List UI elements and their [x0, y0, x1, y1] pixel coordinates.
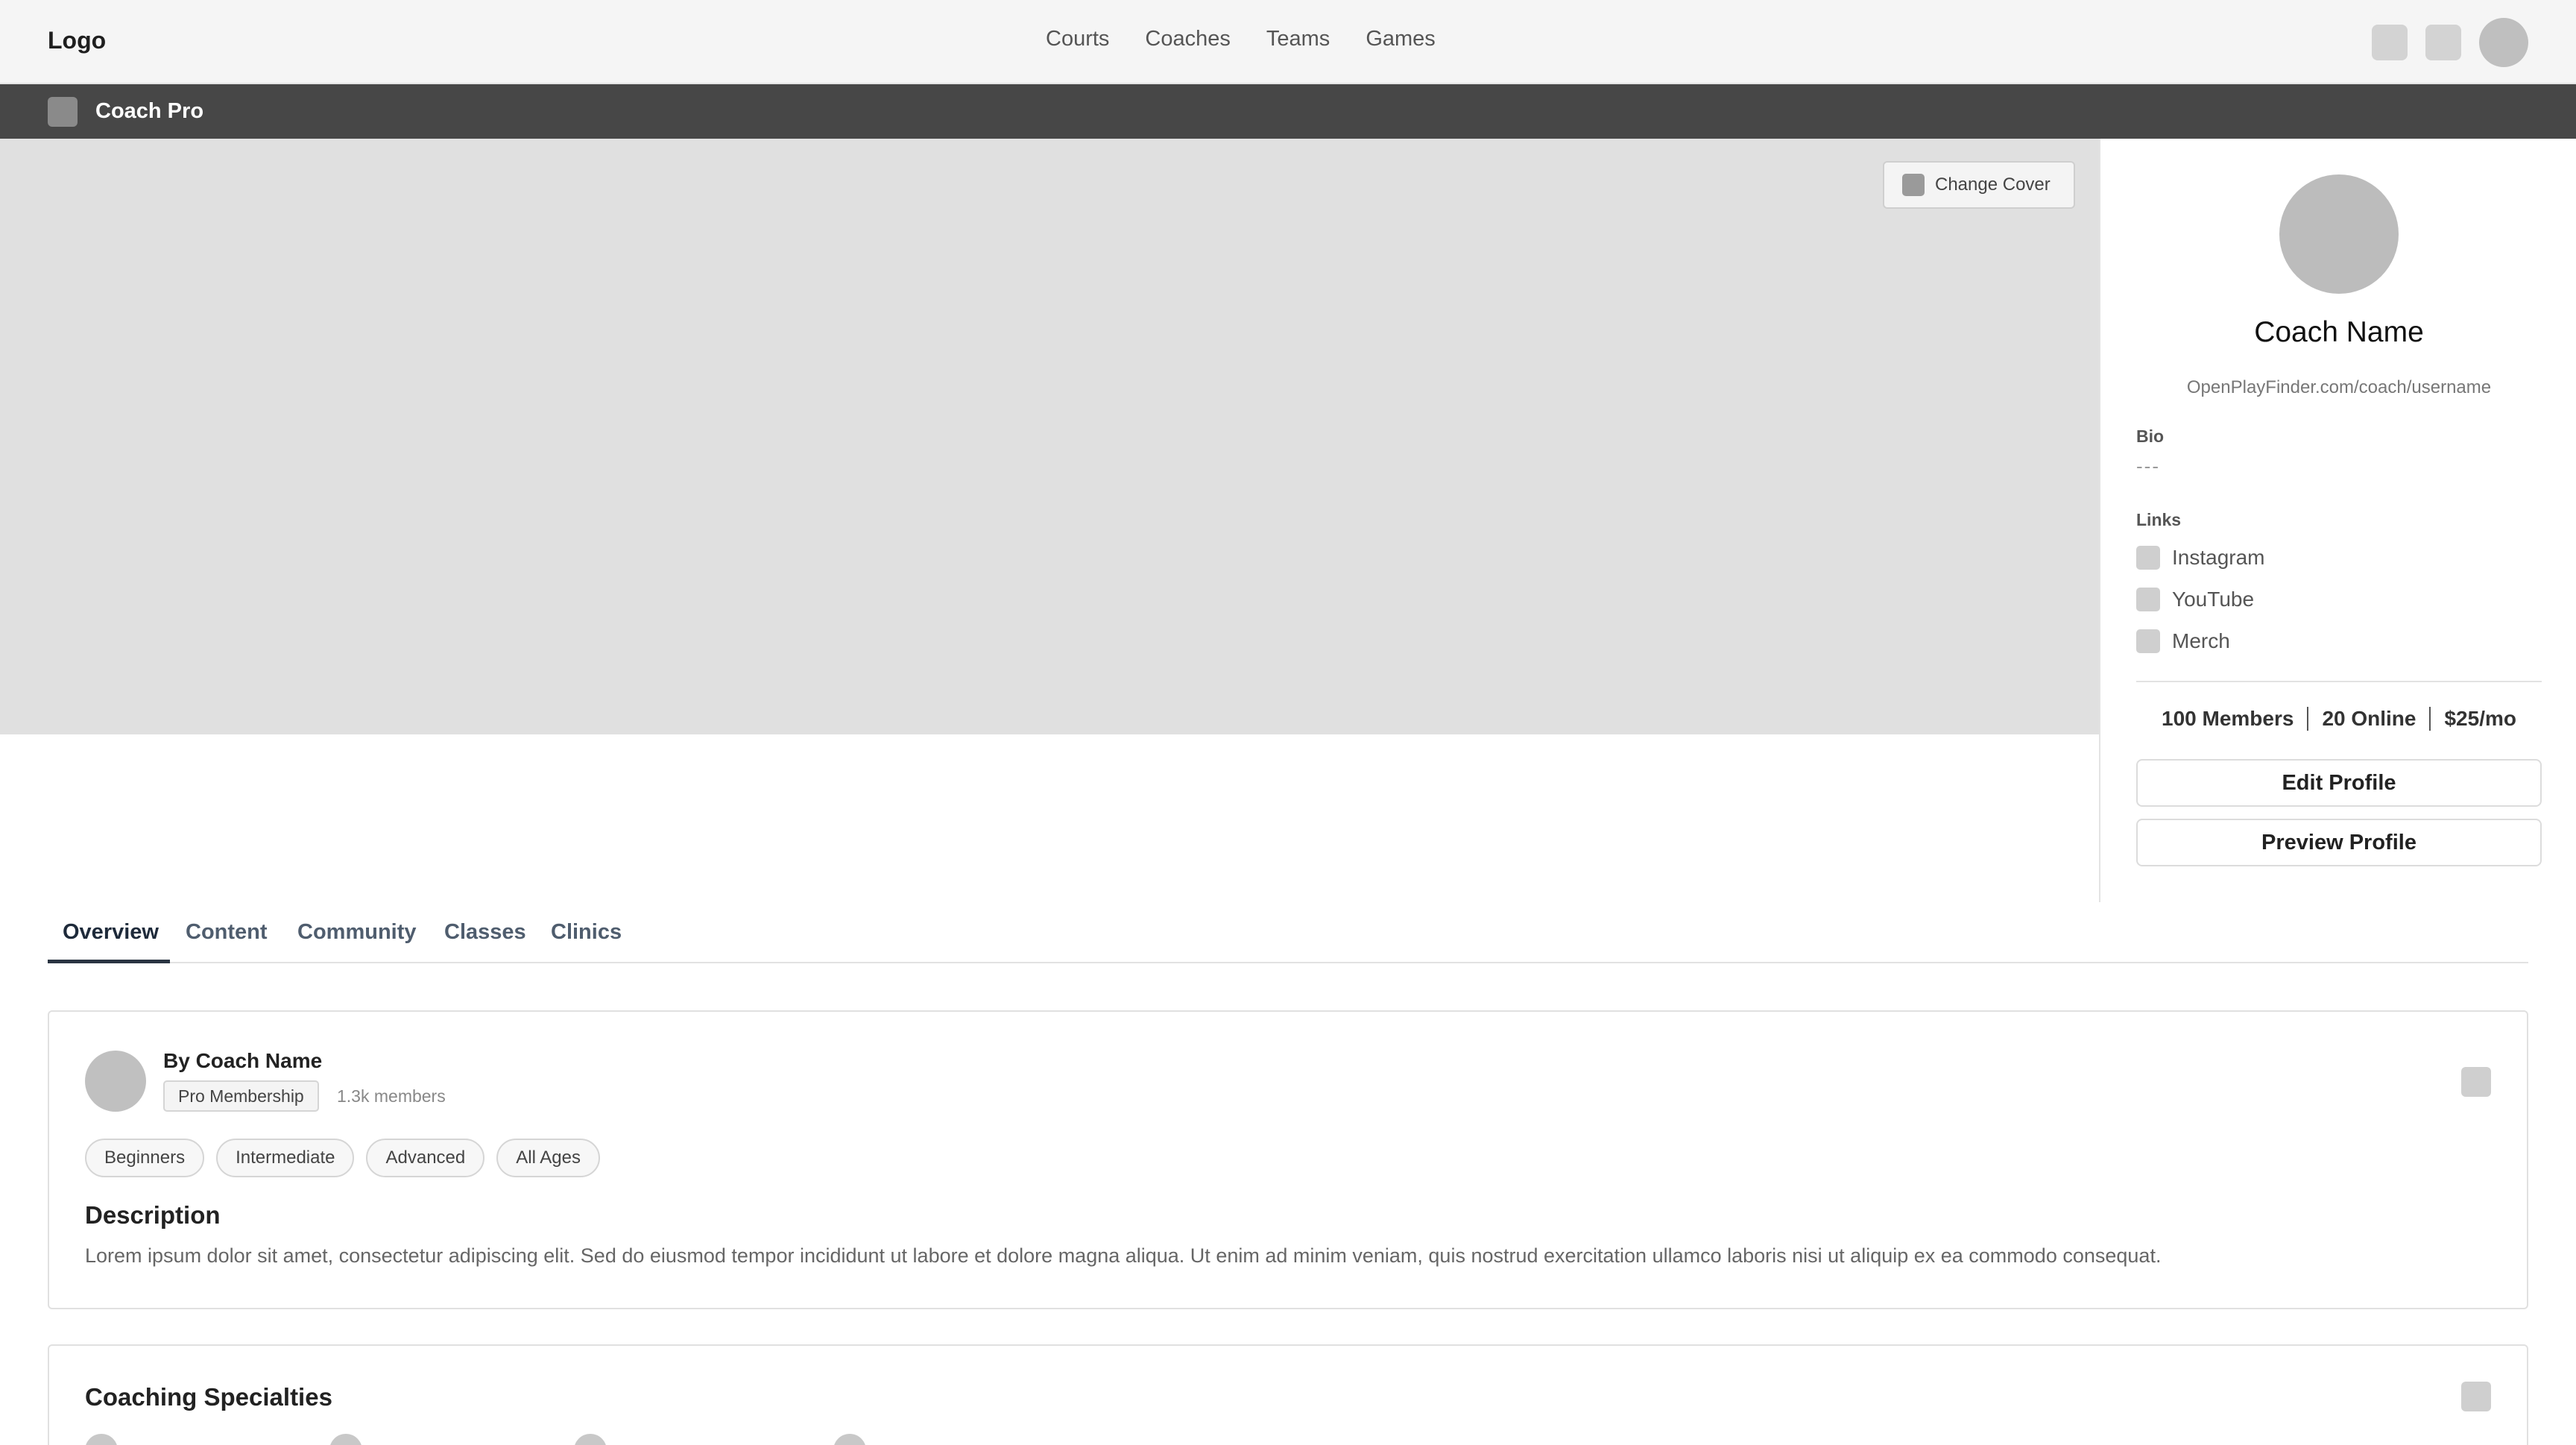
merch-icon: [2136, 629, 2160, 653]
nav-links: Courts Coaches Teams Games: [1046, 27, 1436, 51]
nav-actions: [2372, 18, 2528, 67]
specialty-icon: [329, 1434, 362, 1445]
divider: [2136, 681, 2542, 682]
bio-text: ---: [2136, 455, 2160, 477]
active-tab-indicator: [48, 960, 170, 963]
user-avatar[interactable]: [2479, 18, 2528, 67]
tag-beginners: Beginners: [85, 1139, 205, 1177]
messages-icon[interactable]: [2425, 25, 2461, 60]
profile-panel: Coach Name OpenPlayFinder.com/coach/user…: [2099, 139, 2576, 902]
link-label: YouTube: [2172, 588, 2255, 611]
nav-link-courts[interactable]: Courts: [1046, 27, 1109, 51]
app-icon: [48, 97, 78, 127]
tab-content[interactable]: Content: [186, 920, 268, 945]
tab-bar: Overview Content Community Classes Clini…: [48, 895, 2528, 963]
specialty-icon: [574, 1434, 607, 1445]
logo[interactable]: Logo: [48, 27, 106, 54]
coach-avatar: [85, 1051, 146, 1112]
tag-all-ages: All Ages: [496, 1139, 600, 1177]
instagram-icon: [2136, 546, 2160, 570]
bio-label: Bio: [2136, 426, 2165, 446]
profile-stats: 100 Members 20 Online $25/mo: [2100, 707, 2576, 731]
tab-classes[interactable]: Classes: [444, 920, 526, 945]
cover-image: Change Cover: [0, 139, 2099, 734]
coach-pro-bar: Coach Pro: [0, 84, 2576, 139]
change-cover-button[interactable]: Change Cover: [1883, 161, 2075, 209]
nav-link-coaches[interactable]: Coaches: [1145, 27, 1230, 51]
members-count: 1.3k members: [337, 1086, 446, 1106]
page: Logo Courts Coaches Teams Games Coach Pr…: [0, 0, 2576, 1445]
overview-card: By Coach Name Pro Membership 1.3k member…: [48, 1010, 2528, 1309]
link-merch[interactable]: Merch: [2136, 629, 2230, 653]
link-label: Instagram: [2172, 546, 2265, 569]
specialties-title: Coaching Specialties: [85, 1383, 332, 1411]
tab-community[interactable]: Community: [297, 920, 417, 945]
change-cover-label: Change Cover: [1935, 174, 2051, 195]
nav-link-teams[interactable]: Teams: [1266, 27, 1330, 51]
link-youtube[interactable]: YouTube: [2136, 588, 2254, 611]
description-title: Description: [85, 1201, 221, 1229]
edit-profile-button[interactable]: Edit Profile: [2136, 759, 2542, 807]
stat-online: 20 Online: [2322, 707, 2416, 730]
tag-intermediate: Intermediate: [216, 1139, 355, 1177]
edit-icon[interactable]: [2461, 1382, 2491, 1411]
tag-advanced: Advanced: [366, 1139, 485, 1177]
profile-url[interactable]: OpenPlayFinder.com/coach/username: [2100, 377, 2576, 398]
link-instagram[interactable]: Instagram: [2136, 546, 2265, 570]
by-line: By Coach Name: [163, 1049, 323, 1072]
subbar-title: Coach Pro: [95, 99, 204, 123]
membership-badge: Pro Membership: [163, 1080, 319, 1112]
edit-icon[interactable]: [2461, 1067, 2491, 1097]
notifications-icon[interactable]: [2372, 25, 2408, 60]
top-navigation: Logo Courts Coaches Teams Games: [0, 0, 2576, 84]
stat-price: $25/mo: [2444, 707, 2516, 730]
link-label: Merch: [2172, 629, 2230, 652]
level-tags: Beginners Intermediate Advanced All Ages: [85, 1139, 600, 1177]
specialty-icon: [833, 1434, 866, 1445]
description-text: Lorem ipsum dolor sit amet, consectetur …: [85, 1244, 2162, 1267]
links-label: Links: [2136, 510, 2182, 529]
youtube-icon: [2136, 588, 2160, 611]
nav-link-games[interactable]: Games: [1366, 27, 1435, 51]
tab-clinics[interactable]: Clinics: [551, 920, 622, 945]
profile-name: Coach Name: [2254, 316, 2424, 348]
specialties-card: Coaching Specialties: [48, 1344, 2528, 1445]
image-icon: [1902, 174, 1925, 196]
specialty-icon: [85, 1434, 118, 1445]
preview-profile-button[interactable]: Preview Profile: [2136, 819, 2542, 866]
profile-avatar[interactable]: [2279, 174, 2399, 294]
stat-members: 100 Members: [2162, 707, 2294, 730]
tab-overview[interactable]: Overview: [63, 920, 159, 945]
